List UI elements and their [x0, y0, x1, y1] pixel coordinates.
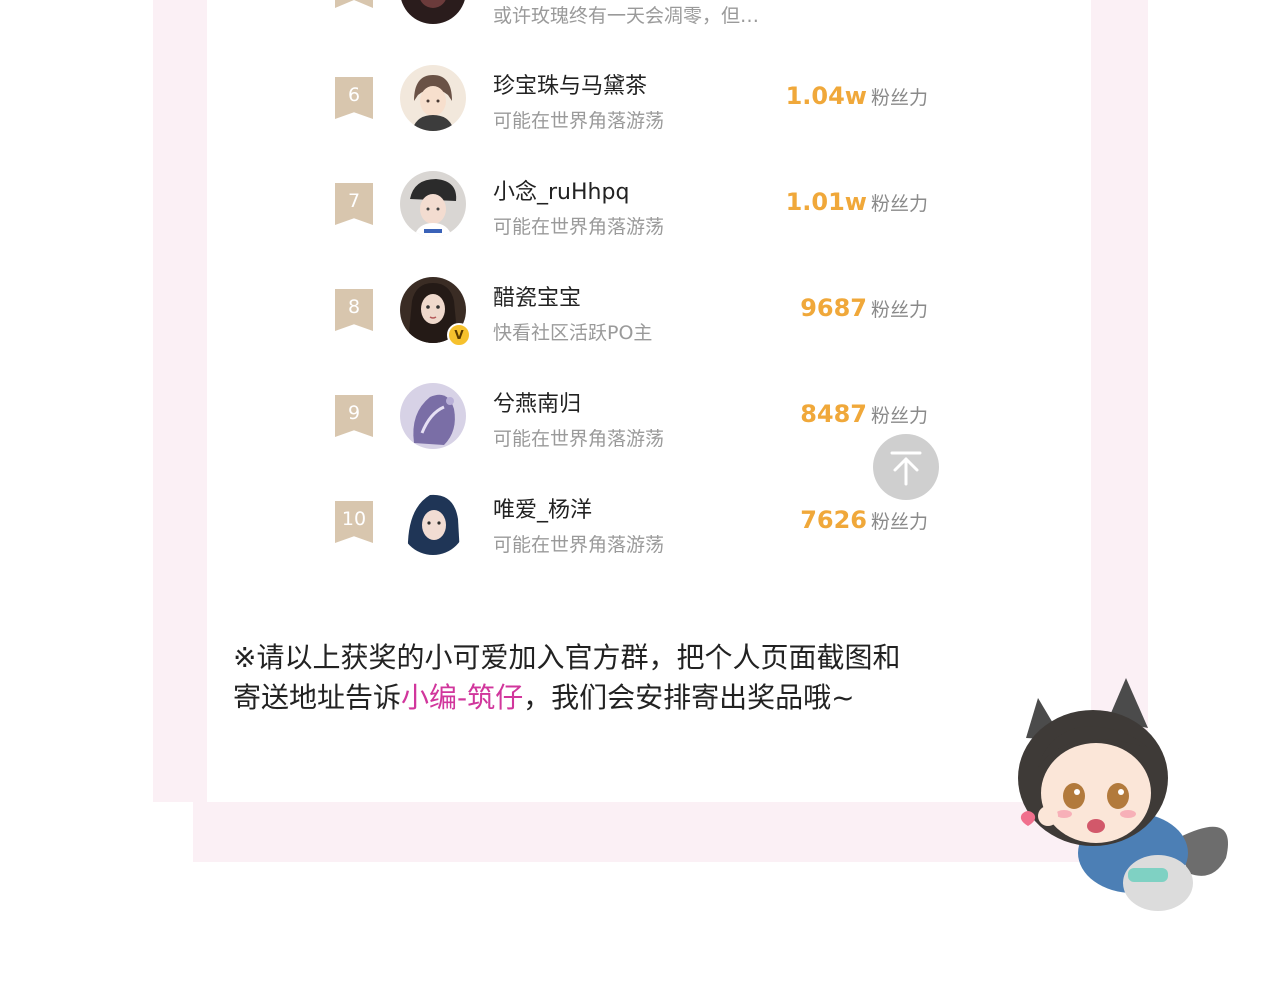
avatar[interactable]	[400, 383, 466, 449]
fan-power-value: 1.04w	[785, 82, 867, 110]
avatar[interactable]	[400, 489, 466, 555]
list-item-partial[interactable]: 或许玫瑰终有一天会凋零，但…	[207, 0, 1091, 58]
notice-line-2: 寄送地址告诉小编-筑仔，我们会安排寄出奖品哦~	[233, 678, 993, 718]
user-subtitle: 可能在世界角落游荡	[493, 534, 665, 556]
fan-power: 9687 粉丝力	[800, 294, 928, 322]
user-name: 小念_ruHhpq	[493, 180, 630, 205]
rank-badge: 8	[335, 289, 373, 331]
rank-badge: 6	[335, 77, 373, 119]
notice-text: 寄送地址告诉	[233, 681, 402, 714]
fan-power: 7626 粉丝力	[800, 506, 928, 534]
arrow-up-icon	[890, 451, 922, 486]
list-item[interactable]: 9 兮燕南归 可能在世界角落游荡 8487 粉丝力	[207, 383, 1091, 483]
fan-power-unit: 粉丝力	[870, 405, 928, 427]
user-subtitle: 快看社区活跃PO主	[493, 322, 653, 344]
fan-power-unit: 粉丝力	[870, 193, 928, 215]
user-name: 珍宝珠与马黛茶	[493, 74, 648, 99]
fan-power: 8487 粉丝力	[800, 400, 928, 428]
rank-badge: 10	[335, 501, 373, 543]
notice-text: ，我们会安排寄出奖品哦~	[523, 681, 855, 714]
user-name: 唯爱_杨洋	[493, 498, 593, 523]
fan-power-unit: 粉丝力	[870, 299, 928, 321]
user-name: 兮燕南归	[493, 392, 582, 417]
verified-badge-icon: V	[447, 323, 471, 347]
fan-power: 1.01w 粉丝力	[786, 188, 928, 216]
scroll-top-button[interactable]	[873, 434, 939, 500]
list-item[interactable]: 8 V 醋瓷宝宝 快看社区活跃PO主 9687 粉丝力	[207, 277, 1091, 377]
fan-power-value: 9687	[800, 294, 867, 322]
list-item[interactable]: 6 珍宝珠与马黛茶 可能在世界角落游荡 1.04w 粉丝力	[207, 65, 1091, 165]
fan-power-value: 8487	[800, 400, 867, 428]
editor-name: 小编-筑仔	[401, 681, 524, 714]
avatar[interactable]	[400, 0, 466, 24]
user-name: 醋瓷宝宝	[493, 286, 582, 311]
fan-power: 1.04w 粉丝力	[786, 82, 928, 110]
list-item[interactable]: 10 唯爱_杨洋 可能在世界角落游荡 7626 粉丝力	[207, 489, 1091, 589]
rank-badge: 7	[335, 183, 373, 225]
user-subtitle: 或许玫瑰终有一天会凋零，但…	[493, 5, 760, 27]
frame-bottom	[193, 802, 1103, 862]
fan-power-unit: 粉丝力	[870, 511, 928, 533]
award-notice: ※请以上获奖的小可爱加入官方群，把个人页面截图和 寄送地址告诉小编-筑仔，我们会…	[233, 638, 993, 718]
avatar[interactable]	[400, 65, 466, 131]
user-subtitle: 可能在世界角落游荡	[493, 110, 665, 132]
avatar[interactable]	[400, 171, 466, 237]
mascot-illustration	[1008, 668, 1248, 938]
fan-power-value: 7626	[800, 506, 867, 534]
user-subtitle: 可能在世界角落游荡	[493, 216, 665, 238]
user-subtitle: 可能在世界角落游荡	[493, 428, 665, 450]
fan-power-value: 1.01w	[785, 188, 867, 216]
frame-left	[153, 0, 209, 802]
rank-badge	[335, 0, 373, 8]
rank-badge: 9	[335, 395, 373, 437]
notice-line-1: ※请以上获奖的小可爱加入官方群，把个人页面截图和	[233, 641, 901, 674]
list-item[interactable]: 7 小念_ruHhpq 可能在世界角落游荡 1.01w 粉丝力	[207, 171, 1091, 271]
fan-power-unit: 粉丝力	[870, 87, 928, 109]
